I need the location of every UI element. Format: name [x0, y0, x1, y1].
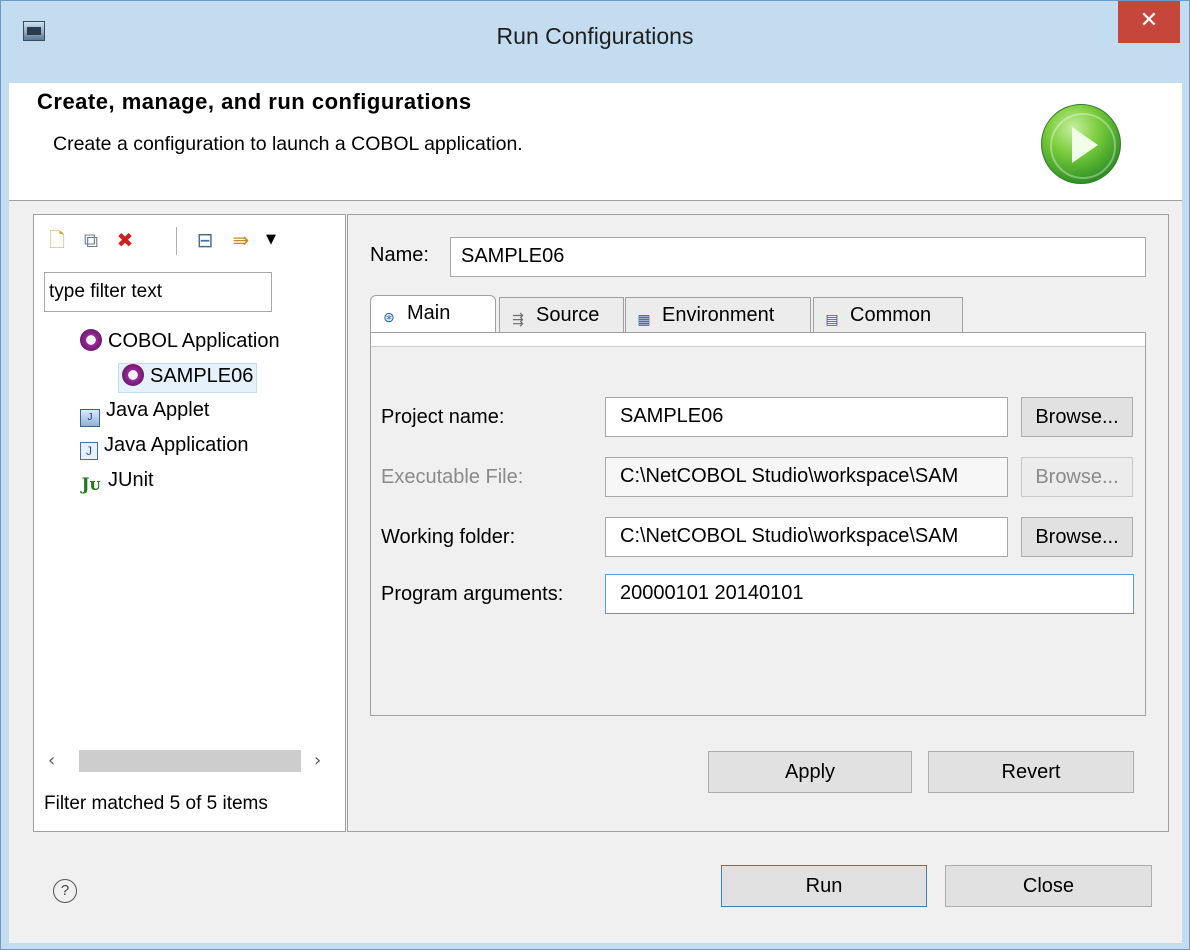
- executable-file-label: Executable File:: [381, 466, 524, 488]
- tab-label: Main: [407, 302, 451, 324]
- header-message: Create a configuration to launch a COBOL…: [53, 133, 523, 155]
- tab-label: Environment: [662, 304, 775, 326]
- filter-status: Filter matched 5 of 5 items: [44, 793, 268, 814]
- tab-common[interactable]: ▤ Common: [813, 297, 963, 333]
- tab-source[interactable]: ⇶ Source: [499, 297, 624, 333]
- java-application-icon: J: [80, 442, 98, 460]
- working-folder-browse-button[interactable]: Browse...: [1021, 517, 1133, 557]
- help-icon[interactable]: ?: [53, 879, 77, 903]
- new-configuration-icon[interactable]: 🗋: [44, 227, 70, 253]
- tab-main[interactable]: ⊛ Main: [370, 295, 496, 333]
- project-browse-button[interactable]: Browse...: [1021, 397, 1133, 437]
- scroll-left-icon[interactable]: ‹: [48, 750, 55, 771]
- main-tab-icon: ⊛: [383, 309, 395, 325]
- configurations-toolbar: 🗋 ⧉ ✖ ⊟ ⇛ ▼: [34, 215, 345, 265]
- configurations-panel: 🗋 ⧉ ✖ ⊟ ⇛ ▼ type filter text COBOL Appli…: [33, 214, 346, 832]
- tab-bar: ⊛ Main ⇶ Source ▦ Environment ▤ Common: [370, 295, 1146, 333]
- title-bar[interactable]: Run Configurations ✕: [1, 1, 1189, 83]
- duplicate-icon[interactable]: ⧉: [78, 227, 104, 253]
- tree-item-junit[interactable]: Jᴜ JUnit: [80, 469, 154, 499]
- program-arguments-input[interactable]: 20000101 20140101: [605, 574, 1134, 614]
- collapse-all-icon[interactable]: ⊟: [192, 227, 218, 253]
- tree-item-sample06[interactable]: SAMPLE06: [118, 363, 258, 393]
- close-button[interactable]: Close: [945, 865, 1152, 907]
- program-arguments-label: Program arguments:: [381, 583, 564, 605]
- working-folder-label: Working folder:: [381, 526, 516, 548]
- common-tab-icon: ▤: [825, 311, 839, 327]
- tree-item-java-applet[interactable]: J Java Applet: [80, 399, 209, 429]
- executable-file-input[interactable]: C:\NetCOBOL Studio\workspace\SAM: [605, 457, 1008, 497]
- tree-item-label: Java Application: [104, 434, 249, 456]
- delete-icon[interactable]: ✖: [112, 227, 138, 253]
- toolbar-separator: [176, 227, 177, 255]
- configuration-editor: Name: SAMPLE06 ⊛ Main ⇶ Source ▦ Environmen…: [347, 214, 1169, 832]
- executable-browse-button[interactable]: Browse...: [1021, 457, 1133, 497]
- source-tab-icon: ⇶: [512, 311, 524, 327]
- tab-content-top: [371, 333, 1145, 347]
- filter-input[interactable]: type filter text: [44, 272, 272, 312]
- name-input[interactable]: SAMPLE06: [450, 237, 1146, 277]
- environment-tab-icon: ▦: [637, 311, 651, 327]
- tree-item-cobol-application[interactable]: COBOL Application: [80, 329, 280, 359]
- project-name-label: Project name:: [381, 406, 505, 428]
- apply-button[interactable]: Apply: [708, 751, 912, 793]
- project-name-input[interactable]: SAMPLE06: [605, 397, 1008, 437]
- main-tab-content: Project name: SAMPLE06 Browse... Executa…: [370, 332, 1146, 716]
- run-banner-icon: [1041, 104, 1121, 184]
- tree-item-label: JUnit: [108, 469, 154, 491]
- tab-label: Common: [850, 304, 932, 326]
- java-applet-icon: J: [80, 409, 100, 427]
- tab-label: Source: [536, 304, 600, 326]
- tree-item-label: Java Applet: [106, 399, 210, 421]
- window-title: Run Configurations: [496, 23, 694, 49]
- cobol-application-icon: [122, 364, 144, 386]
- revert-button[interactable]: Revert: [928, 751, 1134, 793]
- dialog-header: Create, manage, and run configurations C…: [9, 83, 1182, 201]
- run-button[interactable]: Run: [721, 865, 927, 907]
- horizontal-scrollbar[interactable]: ‹ ›: [44, 750, 334, 772]
- junit-icon: Jᴜ: [81, 475, 101, 495]
- scrollbar-thumb[interactable]: [79, 750, 301, 772]
- name-label: Name:: [370, 244, 429, 266]
- dialog-client-area: Create, manage, and run configurations C…: [9, 83, 1182, 943]
- dropdown-arrow-icon[interactable]: ▼: [258, 227, 284, 253]
- tree-item-label: SAMPLE06: [150, 365, 254, 387]
- run-configurations-window: Run Configurations ✕ Create, manage, and…: [0, 0, 1190, 950]
- close-window-button[interactable]: ✕: [1118, 1, 1180, 43]
- working-folder-input[interactable]: C:\NetCOBOL Studio\workspace\SAM: [605, 517, 1008, 557]
- tab-environment[interactable]: ▦ Environment: [625, 297, 811, 333]
- tree-item-java-application[interactable]: J Java Application: [80, 434, 249, 464]
- cobol-application-icon: [80, 329, 102, 351]
- header-title: Create, manage, and run configurations: [37, 89, 472, 114]
- tree-item-label: COBOL Application: [108, 330, 280, 352]
- filter-icon[interactable]: ⇛: [228, 227, 254, 253]
- scroll-right-icon[interactable]: ›: [314, 750, 321, 771]
